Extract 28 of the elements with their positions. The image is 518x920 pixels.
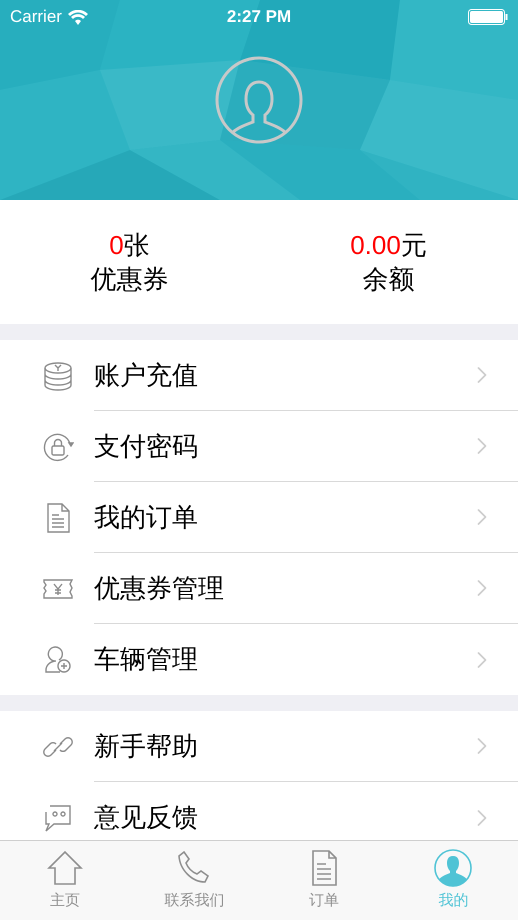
menu-item[interactable]: 我的订单 (0, 482, 518, 553)
stat-label: 优惠券 (90, 263, 168, 296)
menu-label: 我的订单 (94, 500, 199, 534)
menu-item[interactable]: 车辆管理 (0, 624, 518, 695)
avatar-icon[interactable] (215, 56, 303, 144)
menu-label: 车辆管理 (94, 643, 199, 676)
menu-label: 优惠券管理 (94, 572, 225, 604)
stat-unit: 元 (400, 229, 427, 262)
wifi-icon (68, 10, 88, 24)
stat-value: 0 (109, 229, 124, 262)
menu-item[interactable]: 新手帮助 (0, 711, 518, 782)
menu-label: 账户充值 (94, 358, 199, 392)
menu-item[interactable]: 支付密码 (0, 411, 518, 482)
stat-value: 0.00 (350, 229, 401, 262)
carrier-label: Carrier (10, 6, 62, 28)
avatar-icon (433, 848, 474, 888)
lock-icon (42, 430, 74, 462)
menu-label: 新手帮助 (94, 730, 199, 762)
status-time: 2:27 PM (226, 6, 292, 28)
menu-label: 支付密码 (94, 430, 199, 462)
battery-icon (468, 9, 508, 25)
stat-unit: 张 (124, 229, 150, 262)
menu-label: 意见反馈 (94, 801, 199, 834)
menu-item[interactable]: 账户充值 (0, 340, 518, 411)
coin-stack-icon (42, 360, 74, 392)
menu-item[interactable]: 优惠券管理 (0, 553, 518, 624)
menu-item[interactable]: 意见反馈 (0, 782, 518, 840)
stat-label: 余额 (362, 263, 414, 296)
